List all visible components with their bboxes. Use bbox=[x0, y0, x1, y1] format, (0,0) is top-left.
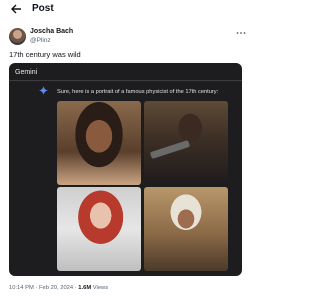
gemini-screenshot-card[interactable]: Gemini Sure, here is a portrait of a fam… bbox=[9, 63, 242, 276]
author-handle[interactable]: @Plinz bbox=[30, 37, 51, 44]
post-timestamp[interactable]: 10:14 PM · Feb 20, 2024 · bbox=[9, 285, 78, 291]
response-text: Sure, here is a portrait of a famous phy… bbox=[57, 89, 219, 95]
card-label: Gemini bbox=[15, 69, 38, 76]
avatar[interactable] bbox=[9, 28, 26, 45]
portrait-image-4[interactable] bbox=[144, 187, 228, 271]
portrait-image-2[interactable] bbox=[144, 101, 228, 185]
post-header: Post bbox=[0, 0, 261, 20]
author-name[interactable]: Joscha Bach bbox=[30, 28, 73, 35]
card-divider bbox=[9, 80, 242, 81]
views-label: Views bbox=[91, 285, 109, 291]
page-title: Post bbox=[32, 3, 54, 14]
post-meta: 10:14 PM · Feb 20, 2024 · 1.6M Views bbox=[9, 285, 108, 291]
views-count: 1.6M bbox=[78, 285, 92, 291]
portrait-image-1[interactable] bbox=[57, 101, 141, 185]
portrait-image-3[interactable] bbox=[57, 187, 141, 271]
back-arrow-icon[interactable] bbox=[10, 3, 22, 15]
more-options-icon[interactable] bbox=[236, 30, 246, 36]
tweet-text: 17th century was wild bbox=[9, 50, 81, 59]
sparkle-icon bbox=[39, 86, 48, 95]
